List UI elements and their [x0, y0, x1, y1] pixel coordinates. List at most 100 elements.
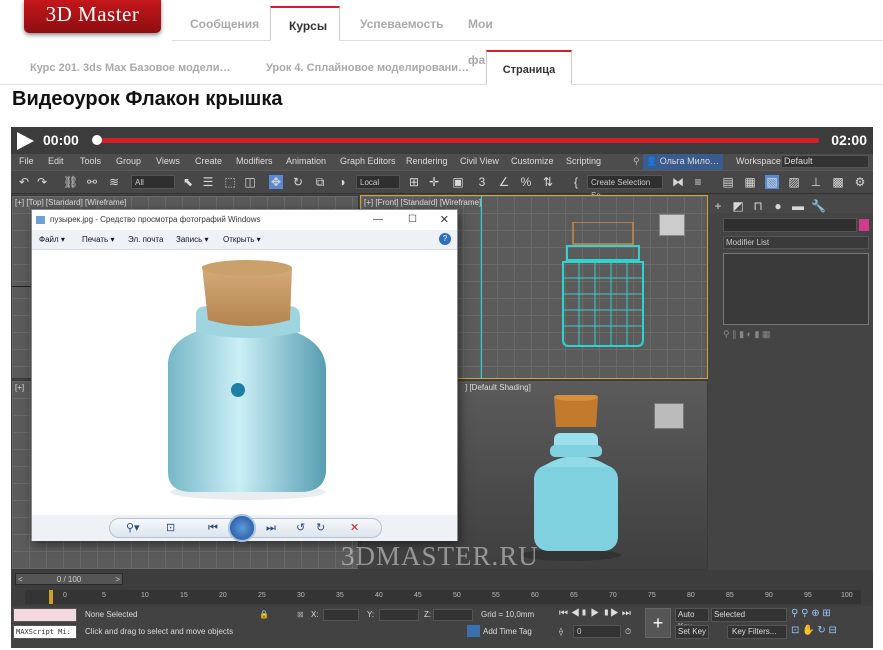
viewport-nav-icons-2: ⊡ ✋ ↻ ⊟ [791, 625, 837, 636]
snap-3-icon: 3 [478, 175, 486, 189]
breadcrumb-course[interactable]: Курс 201. 3ds Max Базовое модели… [30, 50, 240, 85]
tick-30: 30 [297, 592, 305, 599]
actual-size-icon: ⊡ [166, 522, 176, 534]
breadcrumb-nav: Курс 201. 3ds Max Базовое модели… Урок 4… [0, 50, 883, 85]
photo-viewer-window: пузырек.jpg - Средство просмотра фотогра… [31, 209, 458, 542]
lock-icon: 🔒 [259, 610, 269, 619]
modifier-stack [723, 253, 869, 325]
tick-45: 45 [414, 592, 422, 599]
prompt-line: Click and drag to select and move object… [85, 627, 234, 636]
site-logo[interactable]: 3D Master [24, 0, 161, 33]
slider-next-icon: > [115, 575, 120, 584]
menu-scripting: Scripting [566, 156, 602, 166]
slider-prev-icon: < [18, 575, 23, 584]
axis-line [481, 196, 482, 378]
pv-menu-print: Печать ▾ [82, 235, 115, 244]
menu-modifiers: Modifiers [236, 156, 273, 166]
rotate-icon: ↻ [292, 175, 304, 189]
photo-canvas [32, 250, 457, 515]
tick-75: 75 [648, 592, 656, 599]
video-player[interactable]: 00:00 02:00 File Edit Tools Group Views … [11, 127, 873, 648]
progress-track[interactable] [95, 138, 819, 143]
rotate-ccw-icon: ↺ [296, 522, 306, 534]
shaded-bottle [521, 395, 621, 561]
ribbon-icon: ▧ [765, 175, 779, 189]
watermark: 3DMASTER.RU [341, 541, 539, 571]
named-selection-set: Create Selection Se [587, 175, 663, 200]
tick-85: 85 [726, 592, 734, 599]
tick-10: 10 [141, 592, 149, 599]
pv-menu-burn-label: Запись [176, 235, 203, 244]
tick-95: 95 [804, 592, 812, 599]
tab-courses[interactable]: Курсы [270, 6, 340, 41]
tick-20: 20 [219, 592, 227, 599]
edit-named-selection-icon: { [573, 175, 578, 189]
tab-messages[interactable]: Сообщения [172, 6, 270, 41]
maximize-icon: ☐ [408, 214, 417, 225]
move-icon: ✥ [269, 175, 283, 189]
key-mode-icon: ⟠ [559, 627, 563, 636]
y-label: Y: [367, 610, 375, 619]
current-time: 00:00 [43, 132, 79, 148]
add-time-tag: Add Time Tag [483, 627, 532, 636]
page-title: Видеоурок Флакон крышка [12, 88, 283, 110]
object-name-field [723, 218, 857, 232]
auto-key-button: Auto Key [675, 608, 709, 631]
selection-filter: All [131, 175, 175, 189]
spinner-snap-icon: ⇅ [542, 175, 554, 189]
page: 3D Master Сообщения Курсы Успеваемость М… [0, 0, 883, 650]
pv-menu-print-label: Печать [82, 235, 109, 244]
workspace-select: Default [781, 155, 869, 168]
status-bar: MAXScript Mi: None Selected Click and dr… [11, 606, 873, 648]
pv-control-bar: ⚲▾ ⊡ ⏮ ⏭ ↺ ↻ ✕ [109, 514, 382, 542]
redo-icon: ↷ [36, 175, 48, 189]
y-field [379, 609, 419, 621]
photo-viewer-title-text: пузырек.jpg - Средство просмотра фотогра… [50, 215, 261, 224]
schematic-view-icon: ⊥ [810, 175, 822, 189]
hierarchy-tab-icon: ⊓ [753, 199, 763, 213]
breadcrumb-lesson[interactable]: Урок 4. Сплайновое моделировани… [266, 50, 476, 85]
link-icon: ⛓ [63, 175, 79, 189]
play-icon[interactable] [17, 132, 34, 150]
playback-controls: ⏮ ◀▮ ▶ ▮▶ ⏭ [559, 608, 631, 619]
tick-40: 40 [375, 592, 383, 599]
modifier-list: Modifier List [723, 236, 869, 249]
layer-explorer-icon: ▦ [744, 175, 756, 189]
pin-icon: ⚲ [633, 156, 640, 166]
progress-handle[interactable] [92, 135, 102, 145]
photo-app-icon [36, 216, 45, 224]
create-tab-icon: + [714, 199, 722, 213]
tick-55: 55 [492, 592, 500, 599]
select-object-icon: ⬉ [182, 175, 194, 189]
menu-rendering: Rendering [406, 156, 448, 166]
pv-menu-burn: Запись ▾ [176, 235, 209, 244]
player-controls: 00:00 02:00 [11, 127, 873, 154]
tab-my-files[interactable]: Мои файлы [450, 6, 548, 67]
maxscript-listener-pink [13, 608, 77, 622]
z-field [433, 609, 473, 621]
tick-60: 60 [531, 592, 539, 599]
tick-80: 80 [687, 592, 695, 599]
next-icon: ⏭ [266, 522, 276, 534]
time-slider: < 0 / 100 > [15, 573, 123, 585]
zoom-icon: ⚲▾ [126, 522, 140, 534]
tab-progress[interactable]: Успеваемость [342, 6, 448, 41]
viewport-perspective-label: ] [Default Shading] [465, 383, 531, 392]
tick-15: 15 [180, 592, 188, 599]
user-account: 👤 Ольга Мило… ▾ [643, 154, 723, 177]
timeline-area: < 0 / 100 > 0 5 10 15 20 25 30 35 40 45 … [11, 570, 873, 648]
menu-edit: Edit [48, 156, 64, 166]
time-config-icon: ⏱ [625, 627, 632, 636]
key-filters-button: Key Filters... [727, 625, 787, 639]
timeline-ruler: 0 5 10 15 20 25 30 35 40 45 50 55 60 65 … [25, 590, 861, 604]
undo-icon: ↶ [18, 175, 30, 189]
photo-viewer-title: пузырек.jpg - Средство просмотра фотогра… [32, 210, 457, 230]
tick-0: 0 [63, 592, 67, 599]
breadcrumb-page[interactable]: Страница [486, 50, 572, 85]
display-tab-icon: ▬ [792, 199, 804, 213]
pv-menu-open-label: Открыть [223, 235, 255, 244]
tick-65: 65 [570, 592, 578, 599]
tick-70: 70 [609, 592, 617, 599]
photo-viewer-menu: Файл ▾ Печать ▾ Эл. почта Запись ▾ Откры… [32, 230, 457, 250]
pv-menu-file: Файл ▾ [39, 235, 65, 244]
